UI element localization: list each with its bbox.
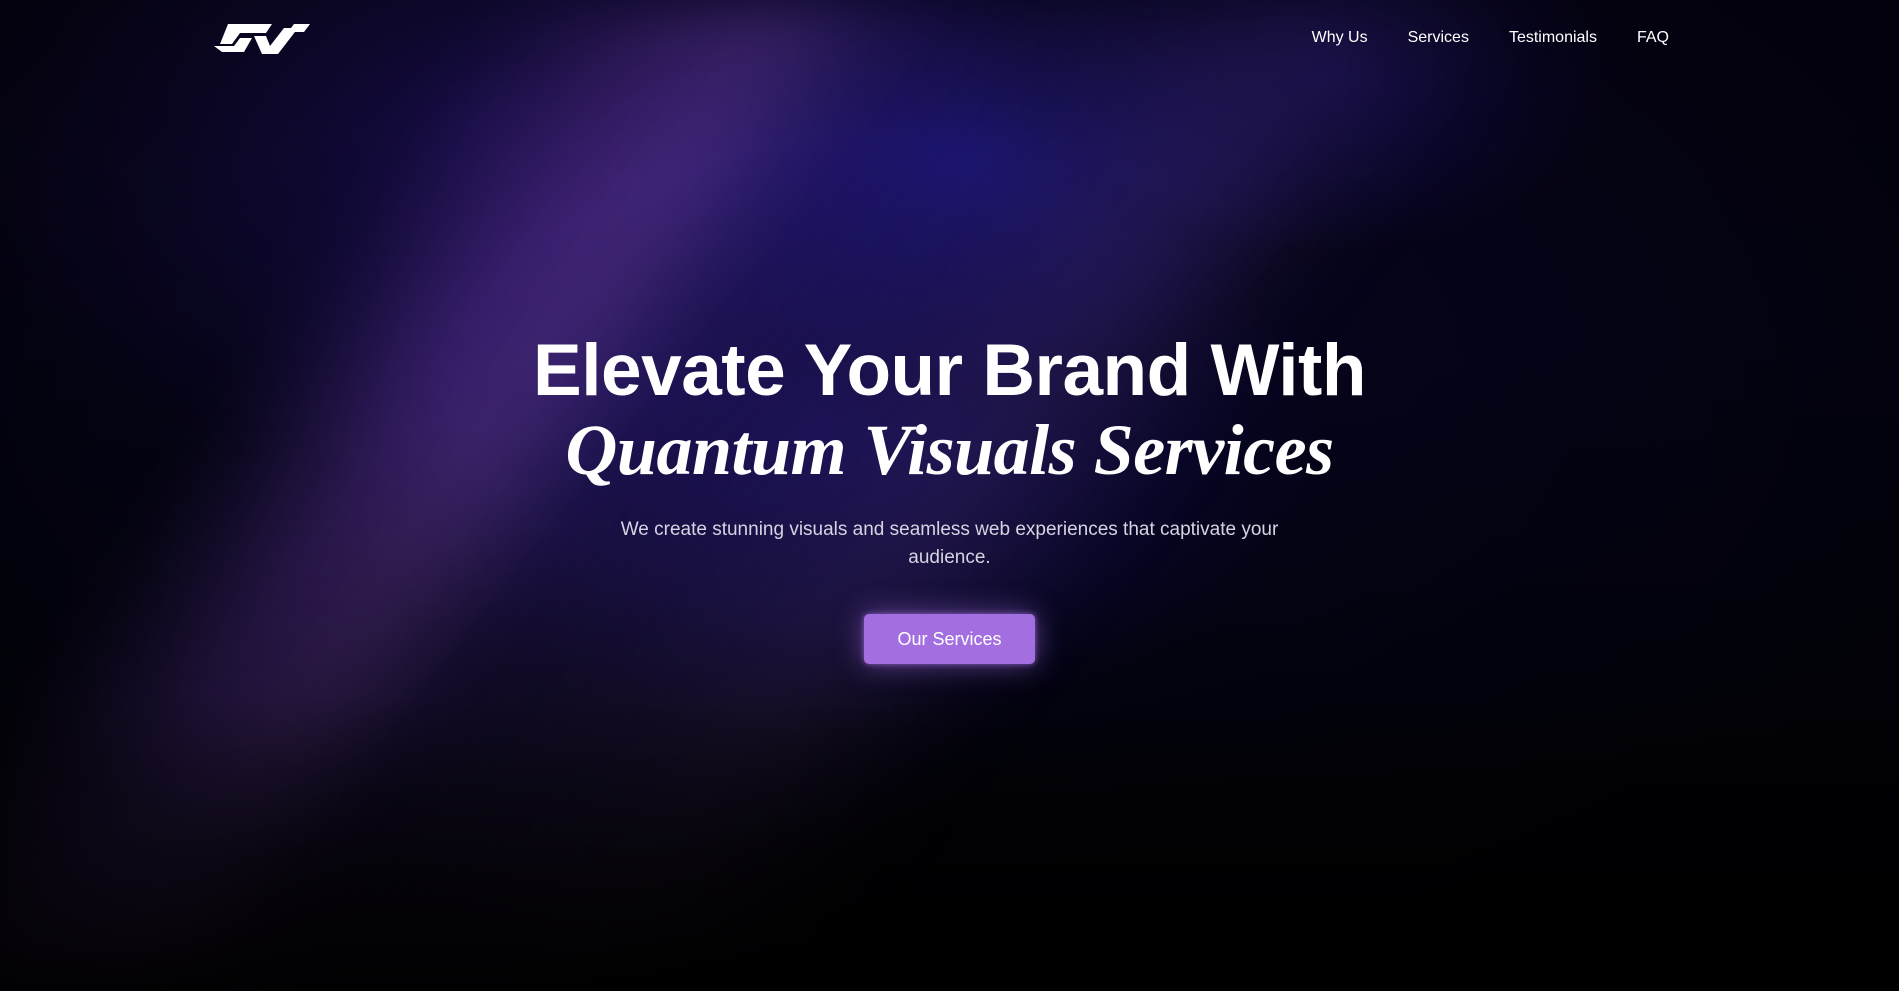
hero-section: Elevate Your Brand With Quantum Visuals … <box>0 330 1899 664</box>
landing-page: Why Us Services Testimonials FAQ Elevate… <box>0 0 1899 991</box>
nav-link-why-us[interactable]: Why Us <box>1312 29 1368 47</box>
hero-title-highlight: Quantum Visuals Services <box>565 410 1334 490</box>
hero-subtitle: We create stunning visuals and seamless … <box>620 519 1279 568</box>
nav-link-testimonials[interactable]: Testimonials <box>1509 29 1597 47</box>
nav-links: Why Us Services Testimonials FAQ <box>1312 29 1669 47</box>
nav-link-services[interactable]: Services <box>1408 29 1469 47</box>
our-services-button[interactable]: Our Services <box>864 614 1035 664</box>
top-navigation: Why Us Services Testimonials FAQ <box>0 0 1899 80</box>
hero-title: Elevate Your Brand With <box>533 330 1366 411</box>
qv-logo-icon[interactable] <box>214 24 310 54</box>
nav-link-faq[interactable]: FAQ <box>1637 29 1669 47</box>
